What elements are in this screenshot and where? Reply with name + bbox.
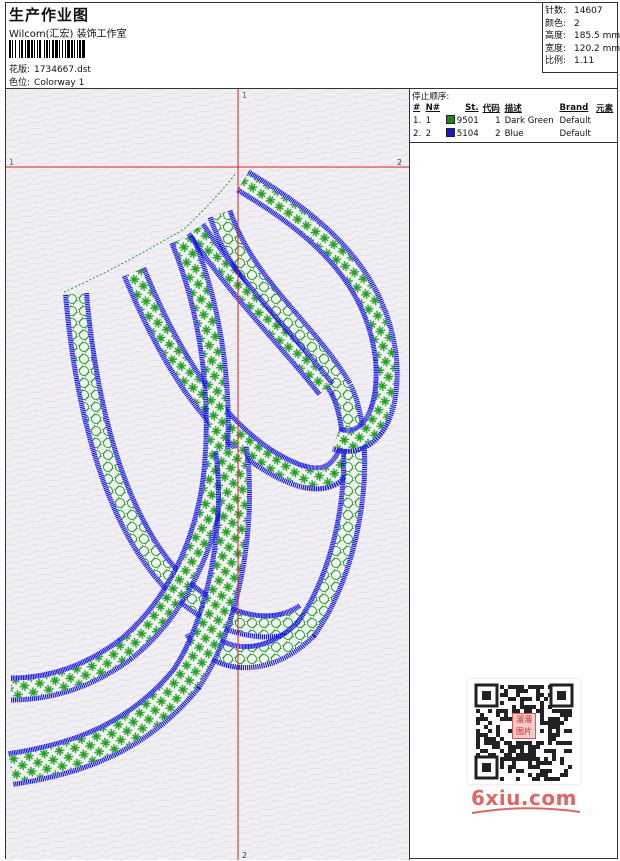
embroidery-design: 1 2 1 2 xyxy=(6,89,409,860)
table-row: 1. 1 9501 1 Dark Green Default xyxy=(413,115,591,126)
design-file-label: 花版: xyxy=(9,65,31,75)
crosshair-right-marker: 2 xyxy=(397,158,402,167)
design-file-line: 花版: 1734667.dst xyxy=(9,62,91,75)
crosshair-bottom-marker: 2 xyxy=(242,851,247,860)
col-stitches: St. xyxy=(465,103,479,113)
col-brand: Brand xyxy=(559,103,589,113)
stop-sequence-panel: 停止顺序: # N# St. 代码 描述 Brand 元素 1. 1 9501 xyxy=(410,89,617,143)
design-stats-panel: 针数: 14607 颜色: 2 高度: 185.5 mm 宽度: 120.2 mm 比例… xyxy=(542,3,620,73)
color-swatch-green xyxy=(445,115,455,124)
watermark-swoosh xyxy=(471,807,581,814)
page-title: 生产作业图 xyxy=(9,6,90,24)
barcode xyxy=(9,40,85,58)
col-index: # xyxy=(413,103,421,113)
colorway-value: Colorway 1 xyxy=(34,78,85,88)
col-code: 代码 xyxy=(482,104,500,114)
stat-width: 宽度: 120.2 mm xyxy=(545,43,620,54)
design-preview-canvas: 1 2 1 2 xyxy=(6,89,410,860)
colorway-line: 色位: Colorway 1 xyxy=(9,75,84,88)
stat-height: 高度: 185.5 mm xyxy=(545,31,620,42)
seal-stamp: 溜溜图片 xyxy=(512,713,536,739)
crosshair-left-marker: 1 xyxy=(9,158,14,167)
stop-sequence-heading: 停止顺序: xyxy=(412,92,450,102)
worksheet-header: 生产作业图 Wilcom(汇宏) 装饰工作室 花版: 1734667.dst 色位… xyxy=(6,3,620,89)
table-row: 2. 2 5104 2 Blue Default xyxy=(413,128,591,139)
col-element: 元素 xyxy=(596,104,614,114)
company-name: Wilcom(汇宏) 装饰工作室 xyxy=(9,29,127,40)
design-file-value: 1734667.dst xyxy=(34,65,91,75)
col-needle: N# xyxy=(425,103,440,113)
color-swatch-blue xyxy=(445,128,455,137)
stat-colors: 颜色: 2 xyxy=(545,18,580,29)
stat-stitches: 针数: 14607 xyxy=(545,6,603,16)
colorway-label: 色位: xyxy=(9,78,31,88)
stop-table-header-row: # N# St. 代码 描述 Brand 元素 xyxy=(411,102,616,114)
col-description: 描述 xyxy=(504,104,522,114)
stop-sequence-table: # N# St. 代码 描述 Brand 元素 1. 1 9501 1 Dark… xyxy=(411,102,616,140)
qr-code: 溜溜图片 xyxy=(468,679,580,784)
stat-ratio: 比例: 1.11 xyxy=(545,56,595,67)
crosshair-top-marker: 1 xyxy=(242,91,247,100)
